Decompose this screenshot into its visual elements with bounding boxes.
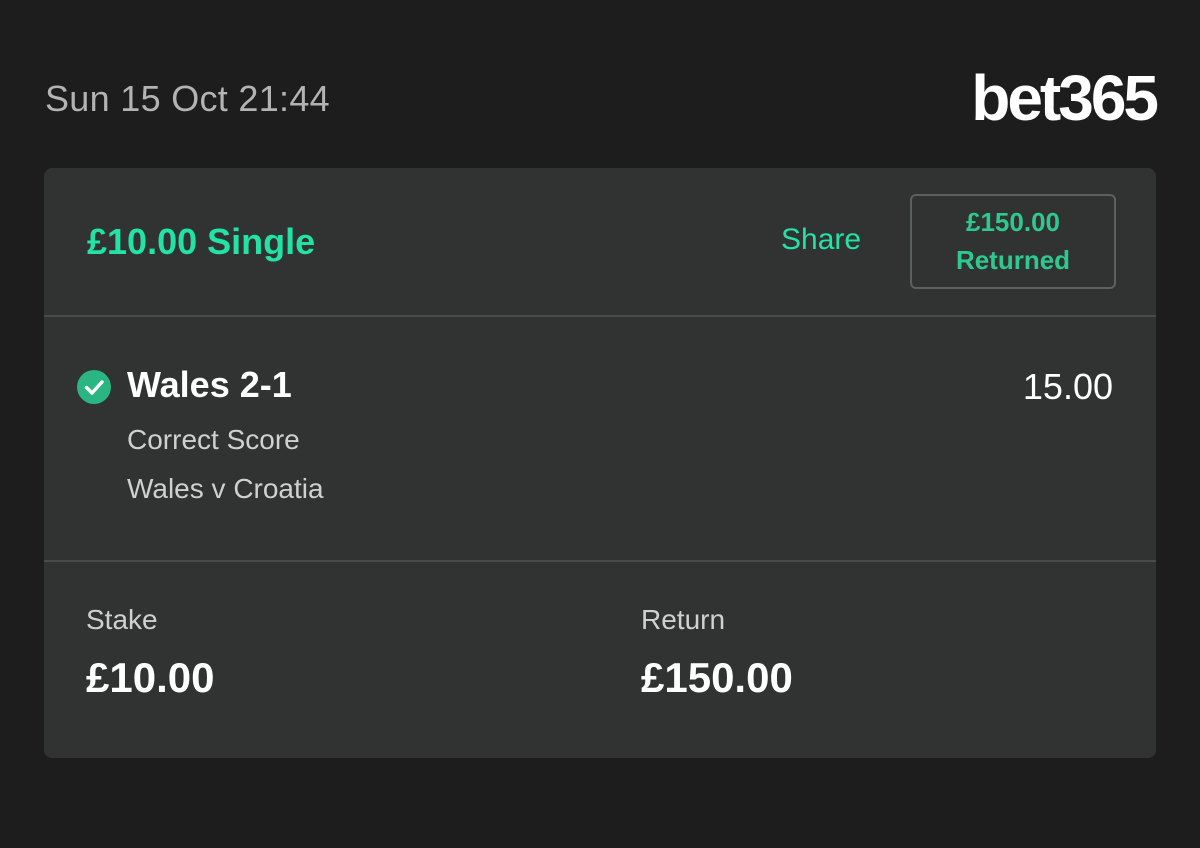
returned-label: Returned: [955, 244, 1071, 275]
stake-value: £10.00: [86, 654, 215, 701]
return-label: Return: [641, 604, 726, 635]
market-name: Correct Score: [127, 424, 300, 455]
selection-name: Wales 2-1: [127, 364, 292, 405]
event-name: Wales v Croatia: [127, 473, 324, 504]
brand-logo: bet365: [971, 62, 1159, 134]
returned-amount: £150.00: [966, 206, 1060, 237]
check-circle-icon: [77, 370, 111, 404]
divider: [44, 315, 1156, 317]
returned-badge: £150.00 Returned: [910, 194, 1116, 289]
return-value: £150.00: [641, 654, 793, 701]
share-button[interactable]: Share: [781, 223, 861, 257]
bet-datetime: Sun 15 Oct 21:44: [45, 78, 330, 119]
divider: [44, 560, 1156, 562]
stake-label: Stake: [86, 604, 158, 635]
bet-title: £10.00 Single: [87, 221, 316, 262]
bet-card-header: £10.00 Single Share £150.00 Returned: [44, 168, 1156, 316]
bet-card: £10.00 Single Share £150.00 Returned Wal…: [44, 168, 1156, 758]
selection-odds: 15.00: [1022, 366, 1113, 407]
